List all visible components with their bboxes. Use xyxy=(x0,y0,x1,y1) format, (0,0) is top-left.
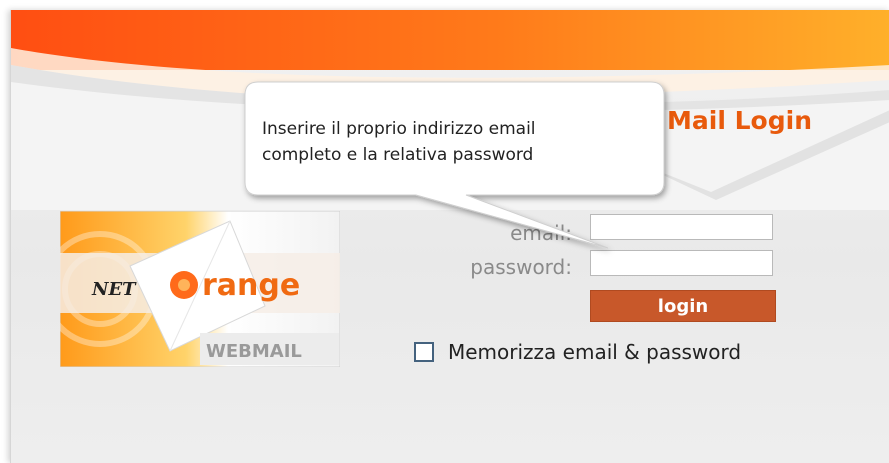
tooltip-line-2: completo e la relativa password xyxy=(262,145,534,165)
logo-orange-text: range xyxy=(202,268,300,303)
login-button[interactable]: login xyxy=(590,290,776,322)
tooltip-text: Inserire il proprio indirizzo email comp… xyxy=(262,116,662,168)
tooltip-line-1: Inserire il proprio indirizzo email xyxy=(262,119,536,139)
remember-option[interactable]: Memorizza email & password xyxy=(414,340,741,364)
logo-webmail-text: WEBMAIL xyxy=(206,341,302,362)
remember-checkbox[interactable] xyxy=(414,342,434,362)
remember-label: Memorizza email & password xyxy=(448,340,742,364)
logo-net-text: NET xyxy=(91,279,137,300)
page-title: Mail Login xyxy=(667,106,812,135)
